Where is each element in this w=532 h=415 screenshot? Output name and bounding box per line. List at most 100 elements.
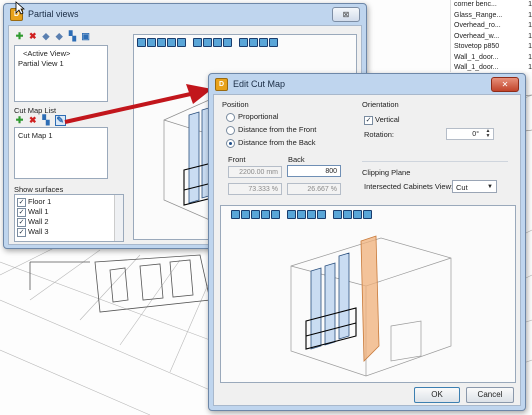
red-arrow-annotation [64, 84, 212, 124]
copy-icon[interactable]: ▚ [41, 116, 50, 125]
iso-view-icon[interactable] [223, 38, 232, 47]
intersected-cabinets-select[interactable]: Cut ▼ [452, 180, 497, 193]
show-surfaces-label: Show surfaces [14, 185, 64, 194]
intersected-cabinets-label: Intersected Cabinets View: [364, 182, 454, 191]
surface-wall-1[interactable]: ✓ Wall 1 [17, 207, 49, 217]
list-item[interactable]: Overhead_ro... 1 [454, 21, 532, 32]
view-right-icon[interactable] [167, 38, 176, 47]
surface-floor-1[interactable]: ✓ Floor 1 [17, 197, 51, 207]
front-label: Front [228, 155, 246, 164]
checkbox[interactable]: ✓ [17, 227, 26, 237]
vertical-checkbox[interactable]: ✓ Vertical [364, 115, 400, 125]
window-title: Edit Cut Map [233, 79, 286, 89]
checkbox[interactable]: ✓ [17, 217, 26, 227]
radio-distance-front[interactable]: Distance from the Front [226, 125, 316, 135]
iso-view-icon[interactable] [297, 210, 306, 219]
list-item[interactable]: Overhead_w... 1 [454, 32, 532, 43]
view-toolbar [231, 210, 372, 219]
delete-icon[interactable]: ✖ [28, 116, 37, 125]
iso-view-icon[interactable] [343, 210, 352, 219]
surface-wall-2[interactable]: ✓ Wall 2 [17, 217, 49, 227]
radio[interactable] [226, 112, 235, 122]
edit-cut-map-body: Position Proportional Distance from the … [213, 94, 521, 406]
checkbox[interactable]: ✓ [364, 115, 373, 125]
view-front-icon[interactable] [241, 210, 250, 219]
cut-map-3d-model [290, 235, 452, 377]
iso-view-icon[interactable] [259, 38, 268, 47]
display-icon[interactable]: ▣ [81, 32, 90, 41]
iso-view-icon[interactable] [203, 38, 212, 47]
iso-view-icon[interactable] [249, 38, 258, 47]
list-item[interactable]: <Active View> [23, 49, 70, 58]
view-top-icon[interactable] [137, 38, 146, 47]
list-item[interactable]: Wall_1_door... 1 [454, 53, 532, 64]
app-icon: D [215, 77, 228, 91]
iso-view-icon[interactable] [269, 38, 278, 47]
close-button[interactable]: ✕ [491, 77, 519, 92]
scrollbar[interactable] [114, 195, 123, 241]
iso-view-icon[interactable] [239, 38, 248, 47]
position-label: Position [222, 100, 249, 109]
views-toolbar: ✚ ✖ ◆ ◆ ▚ ▣ [15, 32, 92, 41]
view-top-icon[interactable] [231, 210, 240, 219]
view-toolbar [137, 38, 278, 47]
delete-icon[interactable]: ✖ [28, 32, 37, 41]
iso-view-icon[interactable] [193, 38, 202, 47]
mouse-cursor-icon [15, 1, 25, 15]
iso-view-icon[interactable] [353, 210, 362, 219]
divider [362, 161, 508, 162]
list-item[interactable]: Wall_1_door... 1 [454, 63, 532, 74]
list-item[interactable]: corner benc... 1 [454, 0, 532, 11]
back-percent-field[interactable]: 26.667 % [287, 183, 341, 195]
move-up-icon[interactable]: ◆ [41, 32, 50, 41]
edit-cut-map-titlebar[interactable]: D Edit Cut Map ✕ [209, 74, 525, 94]
cut-map-preview[interactable] [220, 205, 516, 383]
list-item[interactable]: Glass_Range... 1 [454, 11, 532, 22]
list-item[interactable]: Partial View 1 [18, 59, 64, 68]
rotation-spinner[interactable]: ▲ ▼ [483, 129, 493, 139]
view-back-icon[interactable] [271, 210, 280, 219]
edit-cut-map-window: D Edit Cut Map ✕ Position Proportional D… [208, 73, 526, 411]
front-distance-field[interactable]: 2200.00 mm [228, 166, 282, 178]
radio-distance-back[interactable]: Distance from the Back [226, 138, 316, 148]
view-left-icon[interactable] [251, 210, 260, 219]
back-label: Back [288, 155, 305, 164]
ok-button[interactable]: OK [414, 387, 460, 403]
cut-map-list: Cut Map 1 [14, 127, 108, 179]
iso-view-icon[interactable] [363, 210, 372, 219]
iso-view-icon[interactable] [333, 210, 342, 219]
surface-wall-3[interactable]: ✓ Wall 3 [17, 227, 49, 237]
object-list: corner benc... 1 Glass_Range... 1 Overhead… [450, 0, 532, 72]
clipping-plane-label: Clipping Plane [362, 168, 411, 177]
surfaces-list: ✓ Floor 1 ✓ Wall 1 ✓ Wall 2 ✓ Wall 3 [14, 194, 124, 242]
iso-view-icon[interactable] [307, 210, 316, 219]
view-front-icon[interactable] [147, 38, 156, 47]
iso-view-icon[interactable] [213, 38, 222, 47]
radio[interactable] [226, 125, 235, 135]
copy-icon[interactable]: ▚ [68, 32, 77, 41]
view-left-icon[interactable] [157, 38, 166, 47]
move-down-icon[interactable]: ◆ [55, 32, 64, 41]
partial-views-titlebar[interactable]: D Partial views ⊠ [4, 4, 366, 24]
view-right-icon[interactable] [261, 210, 270, 219]
checkbox[interactable]: ✓ [17, 207, 26, 217]
cancel-button[interactable]: Cancel [466, 387, 514, 403]
list-item[interactable]: Cut Map 1 [18, 131, 53, 140]
list-item[interactable]: Stovetop p850 1 [454, 42, 532, 53]
orientation-label: Orientation [362, 100, 399, 109]
iso-view-icon[interactable] [287, 210, 296, 219]
iso-view-icon[interactable] [317, 210, 326, 219]
close-button[interactable]: ⊠ [332, 7, 360, 22]
front-percent-field[interactable]: 73.333 % [228, 183, 282, 195]
add-icon[interactable]: ✚ [15, 32, 24, 41]
radio-proportional[interactable]: Proportional [226, 112, 278, 122]
view-back-icon[interactable] [177, 38, 186, 47]
cut-map-list-label: Cut Map List [14, 106, 57, 115]
chevron-down-icon: ▼ [487, 184, 493, 190]
rotation-label: Rotation: [364, 130, 395, 139]
add-icon[interactable]: ✚ [15, 116, 24, 125]
window-title: Partial views [28, 9, 79, 19]
radio-selected[interactable] [226, 138, 235, 148]
back-distance-field[interactable]: 800 [287, 165, 341, 177]
checkbox[interactable]: ✓ [17, 197, 26, 207]
